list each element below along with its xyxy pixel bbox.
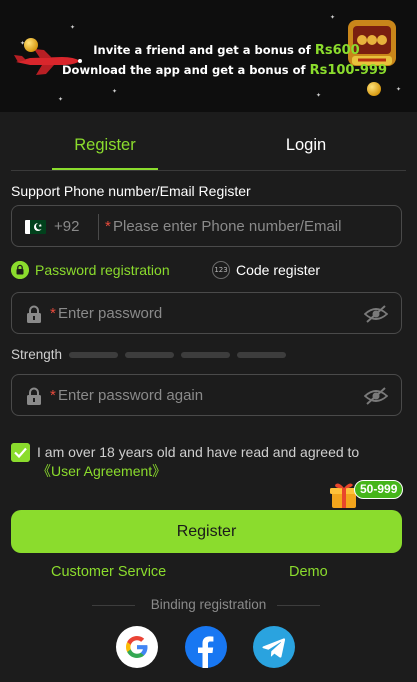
demo-link[interactable]: Demo xyxy=(289,564,328,580)
telegram-login-button[interactable] xyxy=(253,626,295,668)
eye-off-icon[interactable] xyxy=(364,386,388,406)
agreement-statement: I am over 18 years old and have read and… xyxy=(37,444,360,460)
registration-mode-row: Password registration 123 Code register xyxy=(0,260,417,280)
banner-download-text: Download the app and get a bonus of xyxy=(62,63,306,77)
facebook-icon xyxy=(198,636,214,668)
lock-icon[interactable] xyxy=(11,261,29,279)
binding-registration-label: Binding registration xyxy=(150,597,267,612)
banner-invite-line: Invite a friend and get a bonus of Rs600 xyxy=(0,43,417,58)
strength-label: Strength xyxy=(11,347,63,362)
facebook-login-button[interactable] xyxy=(185,626,227,668)
password-input[interactable] xyxy=(58,293,358,333)
banner-invite-amount: Rs600 xyxy=(314,43,360,58)
promo-banner[interactable]: ✦ ✦ ✦ ✦ ✦ ✦ ✦ Invite a friend and get a … xyxy=(0,0,417,112)
auth-tabs: Register Login xyxy=(0,112,417,171)
password-registration-option[interactable]: Password registration xyxy=(35,262,170,278)
tab-register[interactable]: Register xyxy=(52,136,158,155)
sparkle-icon: ✦ xyxy=(70,25,76,31)
field-divider xyxy=(98,214,99,240)
banner-download-amount: Rs100-999 xyxy=(309,63,387,78)
user-agreement-link[interactable]: 《User Agreement》 xyxy=(37,463,166,479)
divider-line xyxy=(277,605,320,606)
code-icon[interactable]: 123 xyxy=(212,261,230,279)
tab-login[interactable]: Login xyxy=(253,136,359,155)
register-button[interactable]: Register xyxy=(11,510,402,553)
agreement-checkbox[interactable] xyxy=(11,443,30,462)
banner-invite-text: Invite a friend and get a bonus of xyxy=(93,43,311,57)
strength-segment xyxy=(237,352,286,358)
eye-off-icon[interactable] xyxy=(364,304,388,324)
strength-segment xyxy=(69,352,118,358)
confirm-password-input[interactable] xyxy=(58,375,358,415)
strength-segment xyxy=(125,352,174,358)
lock-icon xyxy=(27,387,41,405)
sparkle-icon: ✦ xyxy=(330,15,336,21)
google-icon xyxy=(126,636,148,658)
password-field[interactable]: * xyxy=(11,292,402,334)
required-mark: * xyxy=(50,387,56,404)
strength-segment xyxy=(181,352,230,358)
dial-code[interactable]: +92 xyxy=(54,218,79,235)
coin-icon xyxy=(367,82,381,96)
tabs-divider xyxy=(11,170,406,171)
sparkle-icon: ✦ xyxy=(58,97,64,103)
required-mark: * xyxy=(105,218,111,235)
required-mark: * xyxy=(50,305,56,322)
sparkle-icon: ✦ xyxy=(316,93,322,99)
phone-email-input[interactable] xyxy=(113,206,393,246)
confirm-password-field[interactable]: * xyxy=(11,374,402,416)
phone-email-field[interactable]: +92 * xyxy=(11,205,402,247)
bonus-badge[interactable]: 50-999 xyxy=(354,480,404,499)
register-method-label: Support Phone number/Email Register xyxy=(11,183,251,199)
sparkle-icon: ✦ xyxy=(112,89,118,95)
banner-download-line: Download the app and get a bonus of Rs10… xyxy=(0,63,417,78)
code-register-option[interactable]: Code register xyxy=(236,262,320,278)
sparkle-icon: ✦ xyxy=(396,87,402,93)
customer-service-link[interactable]: Customer Service xyxy=(51,564,166,580)
google-login-button[interactable] xyxy=(116,626,158,668)
lock-icon xyxy=(27,305,41,323)
agreement-text: I am over 18 years old and have read and… xyxy=(37,443,402,481)
pakistan-flag-icon[interactable] xyxy=(25,220,46,234)
telegram-icon xyxy=(262,638,286,658)
